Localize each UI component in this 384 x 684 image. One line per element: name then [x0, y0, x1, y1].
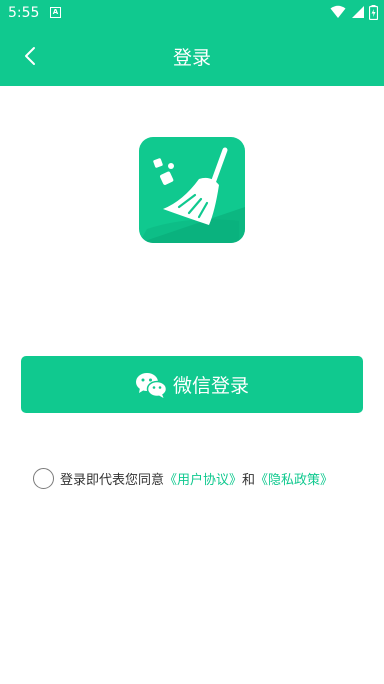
agreement-checkbox[interactable]	[33, 467, 54, 489]
notification-icon: A	[50, 7, 61, 18]
status-icons	[330, 4, 378, 22]
agreement-conjunction: 和	[242, 472, 256, 488]
app-logo	[139, 137, 245, 243]
privacy-policy-link[interactable]: 《隐私政策》	[255, 469, 333, 488]
wifi-icon	[330, 5, 346, 18]
status-bar: 5:55 A	[0, 0, 384, 26]
wechat-login-button[interactable]: 微信登录	[21, 356, 363, 413]
page-title: 登录	[172, 47, 211, 69]
wechat-icon	[135, 372, 167, 398]
wechat-login-label: 微信登录	[172, 375, 249, 397]
broom-icon	[139, 147, 245, 243]
signal-icon	[351, 6, 364, 18]
battery-icon	[369, 4, 378, 20]
app-bar: 登录	[0, 26, 384, 86]
user-agreement-link[interactable]: 《用户协议》	[164, 469, 242, 488]
status-time: 5:55	[8, 5, 40, 21]
agreement-prefix: 登录即代表您同意	[60, 472, 165, 488]
agreement-row: 登录即代表您同意 《用户协议》 和 《隐私政策》	[33, 467, 333, 489]
